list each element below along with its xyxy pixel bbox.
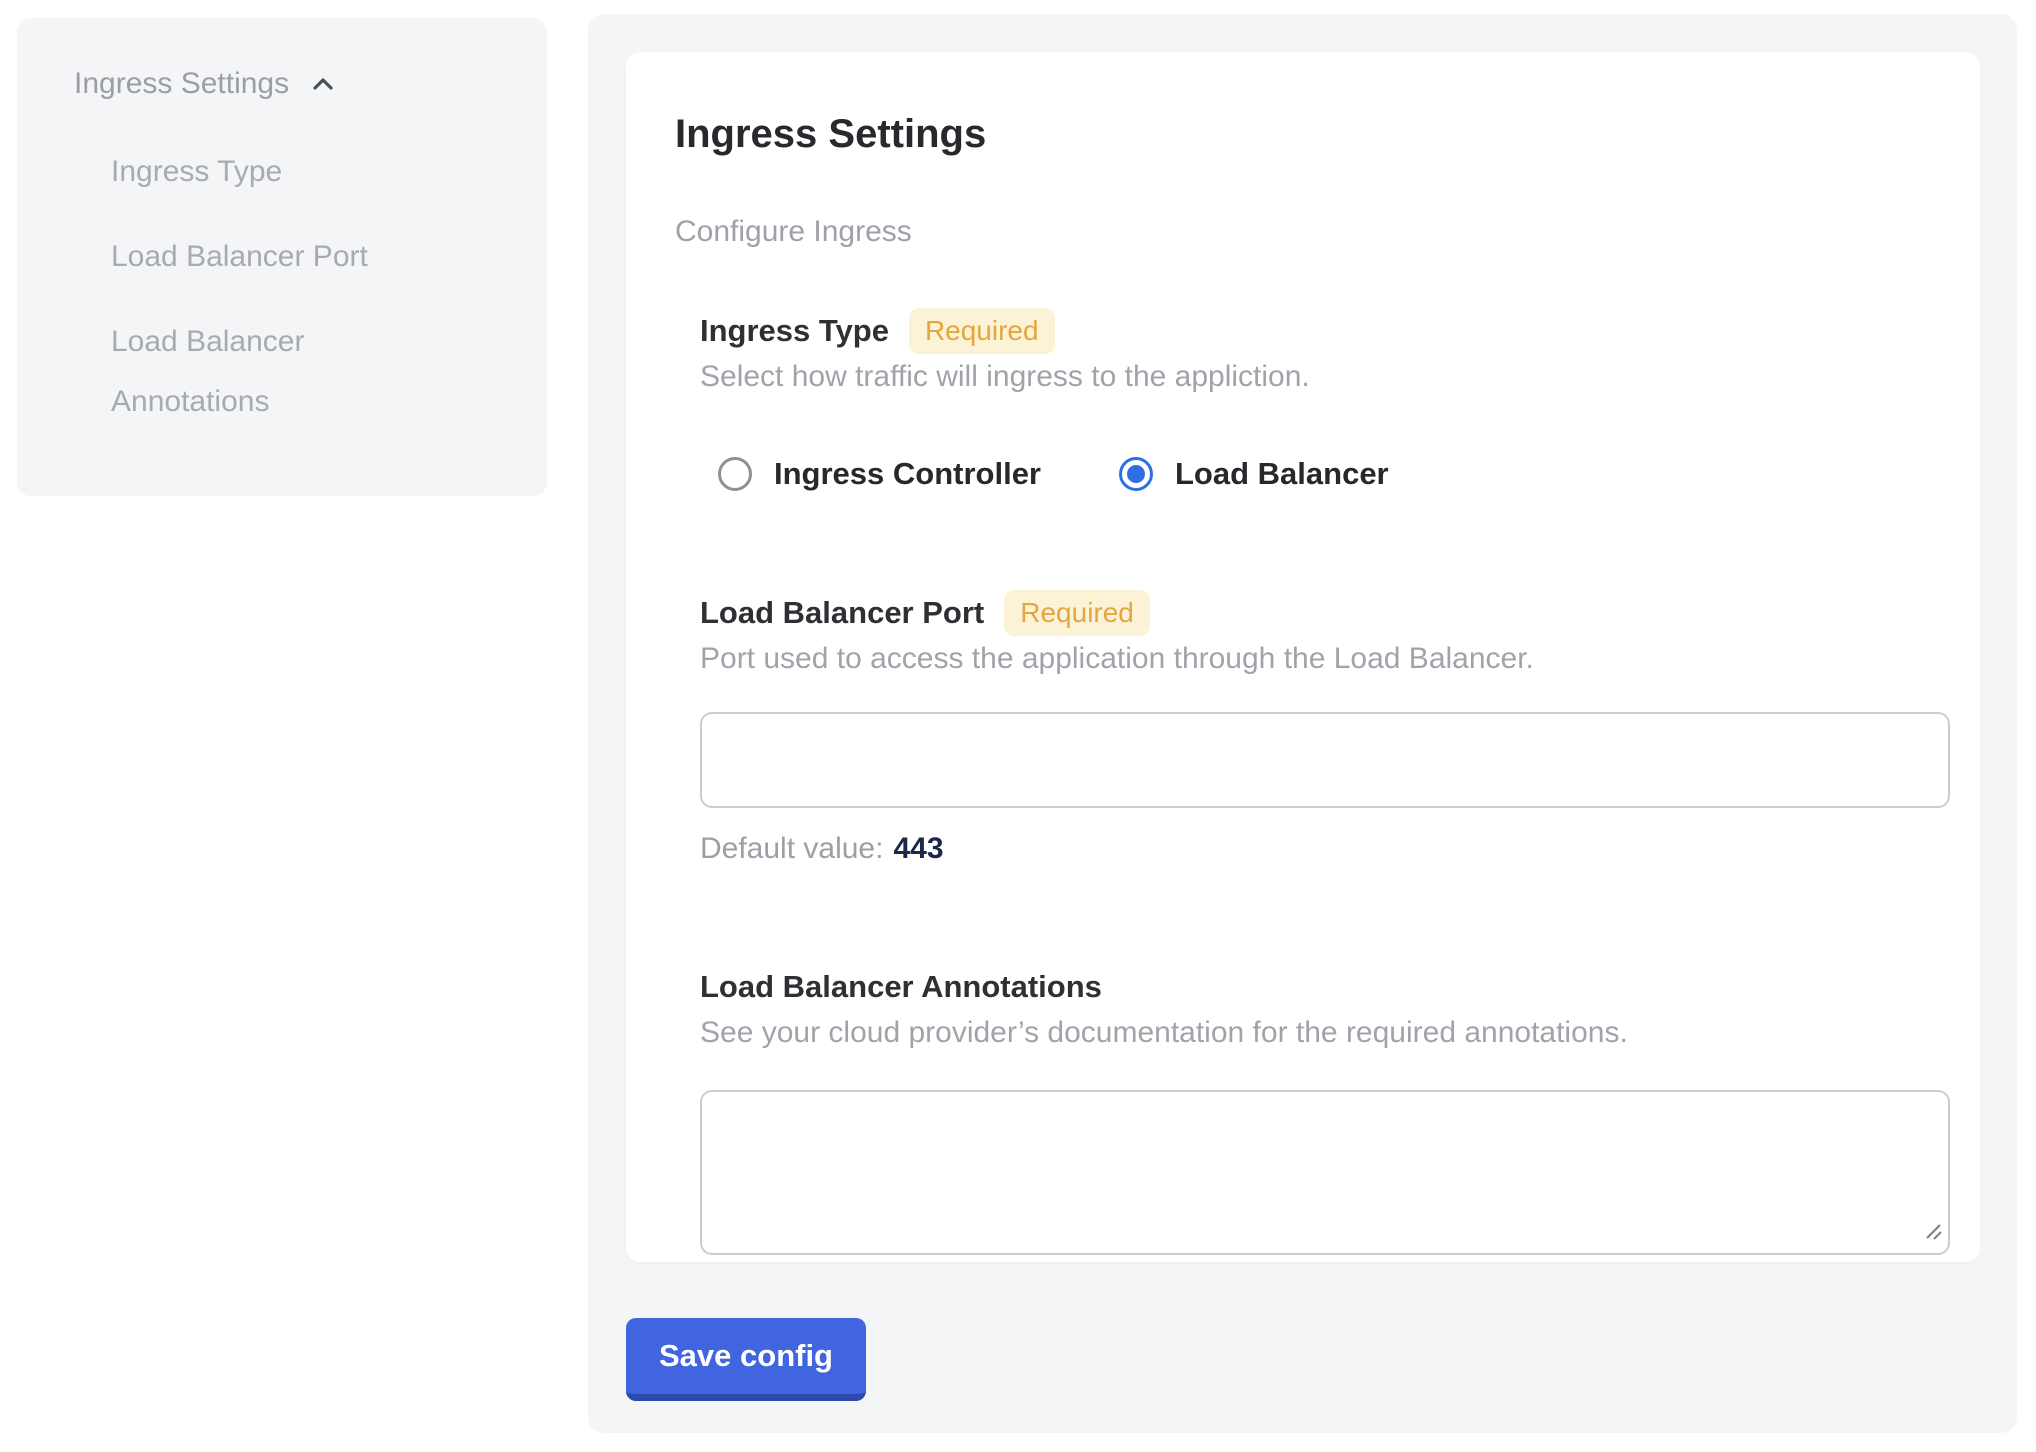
- sidebar-item-load-balancer-port[interactable]: Load Balancer Port: [74, 227, 459, 287]
- ingress-type-radio-group: Ingress Controller Load Balancer: [718, 456, 1950, 492]
- default-value-label: Default value:: [700, 832, 883, 866]
- page-subtitle: Configure Ingress: [675, 214, 1950, 250]
- radio-icon: [1119, 457, 1153, 491]
- settings-main-panel: Ingress Settings Configure Ingress Ingre…: [588, 14, 2017, 1433]
- chevron-up-icon: [307, 68, 339, 100]
- field-load-balancer-port: Load Balancer Port Required Port used to…: [700, 590, 1950, 866]
- field-description: See your cloud provider’s documentation …: [700, 1014, 1950, 1052]
- radio-ingress-controller[interactable]: Ingress Controller: [718, 456, 1041, 492]
- page-title: Ingress Settings: [675, 110, 1950, 158]
- field-ingress-type: Ingress Type Required Select how traffic…: [700, 308, 1950, 492]
- settings-sidebar: Ingress Settings Ingress Type Load Balan…: [17, 18, 547, 496]
- sidebar-item-ingress-type[interactable]: Ingress Type: [74, 142, 459, 202]
- required-badge: Required: [1004, 590, 1150, 636]
- sidebar-section-label: Ingress Settings: [74, 62, 289, 106]
- sidebar-section-toggle[interactable]: Ingress Settings: [74, 62, 507, 106]
- load-balancer-port-input[interactable]: [700, 712, 1950, 808]
- field-label: Ingress Type: [700, 308, 889, 354]
- radio-label: Load Balancer: [1175, 456, 1389, 492]
- radio-label: Ingress Controller: [774, 456, 1041, 492]
- radio-icon: [718, 457, 752, 491]
- radio-load-balancer[interactable]: Load Balancer: [1119, 456, 1389, 492]
- default-value: 443: [893, 832, 943, 866]
- field-description: Port used to access the application thro…: [700, 640, 1950, 678]
- field-load-balancer-annotations: Load Balancer Annotations See your cloud…: [700, 964, 1950, 1255]
- sidebar-list: Ingress Type Load Balancer Port Load Bal…: [74, 142, 507, 432]
- load-balancer-annotations-textarea[interactable]: [700, 1090, 1950, 1255]
- sidebar-item-load-balancer-annotations[interactable]: Load Balancer Annotations: [74, 312, 459, 432]
- field-label: Load Balancer Annotations: [700, 964, 1102, 1010]
- default-value-row: Default value: 443: [700, 832, 1950, 866]
- ingress-settings-card: Ingress Settings Configure Ingress Ingre…: [626, 52, 1980, 1262]
- field-label: Load Balancer Port: [700, 590, 984, 636]
- field-description: Select how traffic will ingress to the a…: [700, 358, 1950, 396]
- save-config-button[interactable]: Save config: [626, 1318, 866, 1401]
- required-badge: Required: [909, 308, 1055, 354]
